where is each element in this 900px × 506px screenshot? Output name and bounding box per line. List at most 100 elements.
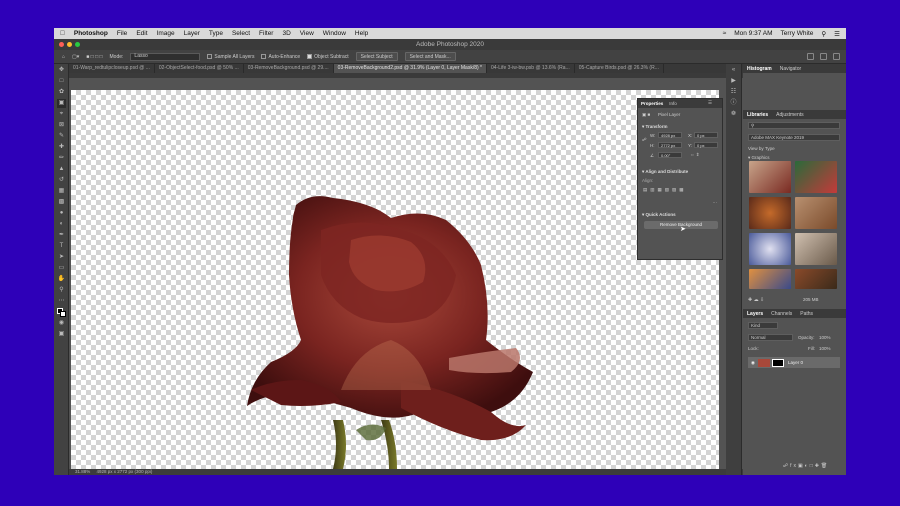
zoom-tool-icon[interactable]: ⚲ bbox=[57, 286, 66, 295]
gradient-tool-icon[interactable]: ▩ bbox=[57, 198, 66, 207]
pen-tool-icon[interactable]: ✒ bbox=[57, 231, 66, 240]
document-size[interactable]: 4928 px x 2772 px (300 ppi) bbox=[97, 469, 153, 474]
graphic-thumb[interactable] bbox=[749, 269, 791, 289]
menu-filter[interactable]: Filter bbox=[259, 30, 273, 37]
mode-select[interactable]: Lasso bbox=[130, 52, 201, 61]
brushes-icon[interactable]: ❁ bbox=[729, 110, 738, 119]
wifi-icon[interactable]: ≈ bbox=[723, 30, 727, 37]
crop-tool-icon[interactable]: ⌖ bbox=[57, 110, 66, 119]
minimize-window-button[interactable] bbox=[67, 42, 72, 47]
doc-tab[interactable]: 03-RemoveBackground.psd @ 29.... bbox=[244, 64, 334, 73]
more-tools-icon[interactable]: ⋯ bbox=[57, 297, 66, 306]
history-brush-icon[interactable]: ↺ bbox=[57, 176, 66, 185]
width-field[interactable]: 4928 px bbox=[658, 132, 682, 138]
tab-properties[interactable]: Properties bbox=[641, 101, 663, 106]
frame-tool-icon[interactable]: ⊠ bbox=[57, 121, 66, 130]
graphic-thumb[interactable] bbox=[795, 161, 837, 193]
brush-tool-icon[interactable]: ✏ bbox=[57, 154, 66, 163]
menu-view[interactable]: View bbox=[300, 30, 314, 37]
document-canvas[interactable] bbox=[71, 90, 719, 469]
visibility-eye-icon[interactable]: ◉ bbox=[751, 360, 755, 366]
info-icon[interactable]: ⓘ bbox=[729, 99, 738, 108]
dodge-tool-icon[interactable]: ◐ bbox=[57, 220, 66, 229]
apple-icon[interactable]:  bbox=[60, 30, 65, 37]
menu-app-name[interactable]: Photoshop bbox=[74, 30, 108, 37]
doc-tab-active[interactable]: 03-RemoveBackground2.psd @ 31.9% (Layer … bbox=[333, 64, 487, 73]
close-window-button[interactable] bbox=[59, 42, 64, 47]
object-select-tool-icon[interactable]: ▣ bbox=[57, 99, 66, 108]
screen-mode-icon[interactable]: ▣ bbox=[57, 330, 66, 339]
transform-header[interactable]: ▾ Transform bbox=[642, 124, 668, 130]
auto-enhance-checkbox[interactable]: Auto-Enhance bbox=[261, 54, 300, 60]
stamp-tool-icon[interactable]: ▲ bbox=[57, 165, 66, 174]
menu-3d[interactable]: 3D bbox=[282, 30, 290, 37]
menu-type[interactable]: Type bbox=[209, 30, 223, 37]
properties-icon[interactable]: ☷ bbox=[729, 88, 738, 97]
menu-file[interactable]: File bbox=[117, 30, 127, 37]
tab-layers[interactable]: Layers bbox=[747, 311, 763, 317]
home-icon[interactable]: ⌂ bbox=[62, 54, 65, 60]
angle-field[interactable]: 0.00° bbox=[658, 152, 682, 158]
layer-row[interactable]: ◉ Layer 0 bbox=[748, 357, 840, 368]
graphic-thumb[interactable] bbox=[749, 161, 791, 193]
link-icon[interactable]: ☍ bbox=[642, 137, 647, 143]
doc-tab[interactable]: 05-Capture Birds.psd @ 26.3% (R... bbox=[575, 64, 664, 73]
sample-all-layers-checkbox[interactable]: Sample All Layers bbox=[207, 54, 254, 60]
user-name[interactable]: Terry White bbox=[781, 30, 814, 37]
layer-mask-thumbnail[interactable] bbox=[771, 358, 784, 367]
type-tool-icon[interactable]: T bbox=[57, 242, 66, 251]
fill-value[interactable]: 100% bbox=[819, 346, 831, 351]
library-actions-icons[interactable]: ✚ ☁ ⇩ bbox=[748, 297, 764, 303]
lasso-tool-icon[interactable]: ✿ bbox=[57, 88, 66, 97]
graphic-thumb[interactable] bbox=[749, 233, 791, 265]
view-by-type[interactable]: View by Type bbox=[748, 146, 775, 151]
tab-paths[interactable]: Paths bbox=[800, 311, 813, 317]
library-search[interactable]: ⚲ bbox=[748, 122, 840, 129]
library-select[interactable]: Adobe MAX Keynote 2019 bbox=[748, 134, 840, 141]
graphic-thumb[interactable] bbox=[795, 197, 837, 229]
marquee-tool-icon[interactable]: □ bbox=[57, 77, 66, 86]
quick-mask-icon[interactable]: ◉ bbox=[57, 319, 66, 328]
eraser-tool-icon[interactable]: ▦ bbox=[57, 187, 66, 196]
clock-text[interactable]: Mon 9:37 AM bbox=[734, 30, 772, 37]
menu-layer[interactable]: Layer bbox=[184, 30, 200, 37]
menu-select[interactable]: Select bbox=[232, 30, 250, 37]
tab-info[interactable]: Info bbox=[669, 101, 677, 106]
search-icon[interactable] bbox=[807, 53, 814, 60]
doc-tab[interactable]: 04-Life 3-iw-bw.psb @ 13.6% (Ra... bbox=[487, 64, 575, 73]
collapse-icon[interactable]: « bbox=[729, 66, 738, 75]
object-selection-tool-icon[interactable]: ▢▾ bbox=[72, 54, 79, 60]
search-icon[interactable]: ⚲ bbox=[821, 30, 826, 38]
tab-navigator[interactable]: Navigator bbox=[780, 66, 801, 72]
path-select-tool-icon[interactable]: ➤ bbox=[57, 253, 66, 262]
color-swatches-icon[interactable] bbox=[57, 308, 66, 317]
more-options-icon[interactable]: ⋯ bbox=[713, 200, 718, 206]
tab-libraries[interactable]: Libraries bbox=[747, 112, 768, 118]
layer-filter-kind[interactable]: Kind bbox=[748, 322, 778, 329]
graphic-thumb[interactable] bbox=[795, 269, 837, 289]
align-header[interactable]: ▾ Align and Distribute bbox=[642, 169, 688, 175]
menu-window[interactable]: Window bbox=[323, 30, 346, 37]
zoom-window-button[interactable] bbox=[75, 42, 80, 47]
panel-menu-icon[interactable]: ☰ bbox=[708, 100, 712, 106]
workspace-icon[interactable] bbox=[820, 53, 827, 60]
doc-tab[interactable]: 01-Warp_redtulipcloseup.psd @ ... bbox=[69, 64, 155, 73]
layer-actions-icons[interactable]: ☍fx▣◐□✚🗑 bbox=[783, 463, 829, 469]
graphic-thumb[interactable] bbox=[795, 233, 837, 265]
healing-tool-icon[interactable]: ✚ bbox=[57, 143, 66, 152]
menu-edit[interactable]: Edit bbox=[136, 30, 147, 37]
shape-tool-icon[interactable]: ▭ bbox=[57, 264, 66, 273]
quick-actions-header[interactable]: ▾ Quick Actions bbox=[642, 212, 676, 218]
layer-name[interactable]: Layer 0 bbox=[788, 360, 803, 365]
height-field[interactable]: 2772 px bbox=[658, 142, 682, 148]
select-and-mask-button[interactable]: Select and Mask... bbox=[404, 52, 456, 61]
menu-help[interactable]: Help bbox=[355, 30, 368, 37]
menu-list-icon[interactable]: ☰ bbox=[834, 30, 840, 38]
share-icon[interactable] bbox=[833, 53, 840, 60]
flip-icons[interactable]: ⇔ ⇕ bbox=[690, 152, 700, 158]
align-buttons-icons[interactable]: ▤▥▦▧▨▩ bbox=[643, 187, 687, 193]
tab-channels[interactable]: Channels bbox=[771, 311, 792, 317]
opacity-value[interactable]: 100% bbox=[819, 335, 831, 340]
selection-mode-icons[interactable]: ■ □ □ □ bbox=[86, 54, 102, 60]
select-subject-button[interactable]: Select Subject bbox=[355, 52, 398, 61]
